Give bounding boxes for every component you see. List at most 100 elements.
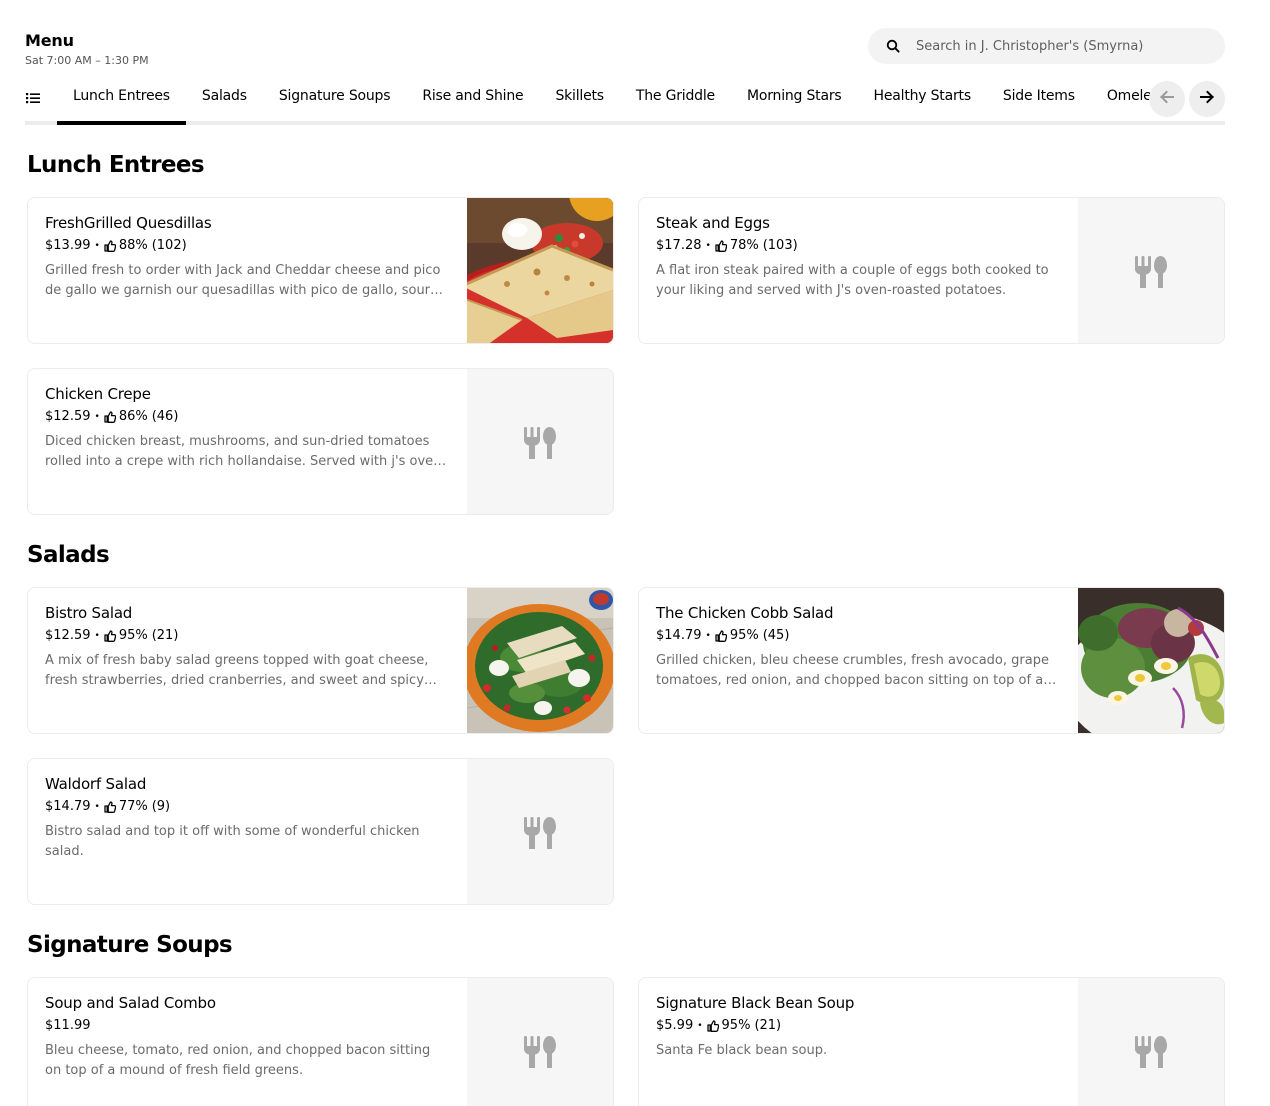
item-rating-count: (21) [151, 628, 179, 643]
separator-dot: • [705, 241, 711, 251]
item-image [467, 588, 613, 733]
item-price: $13.99 [45, 238, 91, 253]
menu-item-body: Bistro Salad $12.59 • 95% (21) A mix of fresh… [45, 603, 450, 691]
item-rating-count: (9) [151, 799, 171, 814]
item-description: Santa Fe black bean soup. [656, 1043, 828, 1058]
item-price: $14.79 [656, 628, 702, 643]
item-image [467, 198, 613, 343]
tab-salads[interactable]: Salads [186, 78, 263, 125]
item-name: Waldorf Salad [45, 775, 147, 793]
item-image [1078, 588, 1224, 733]
item-price: $5.99 [656, 1018, 694, 1033]
menu-header: Menu Sat 7:00 AM – 1:30 PM [25, 31, 149, 69]
search-icon [885, 38, 901, 54]
item-description: A mix of fresh baby salad greens topped … [45, 653, 429, 688]
page-title: Menu [25, 31, 74, 50]
thumbs-up-icon [104, 411, 116, 423]
search-bar[interactable] [868, 28, 1225, 64]
bistro-salad-photo [467, 588, 613, 733]
section-title-salads: Salads [27, 542, 110, 568]
thumbs-up-icon [715, 240, 727, 252]
item-price: $11.99 [45, 1018, 91, 1033]
menu-item-card[interactable]: Soup and Salad Combo $11.99 Bleu cheese, t… [27, 977, 614, 1106]
tab-lunch-entrees[interactable]: Lunch Entrees [57, 78, 186, 125]
item-image [1078, 978, 1224, 1106]
item-description: Diced chicken breast, mushrooms, and sun… [45, 434, 447, 469]
separator-dot: • [94, 412, 100, 422]
scroll-left-button[interactable] [1149, 81, 1185, 117]
menu-item-body: Signature Black Bean Soup $5.99 • 95% (21) Sa… [656, 993, 1061, 1061]
menu-item-card[interactable]: The Chicken Cobb Salad $14.79 • 95% (45) Gril… [638, 587, 1225, 734]
list-icon[interactable] [25, 90, 41, 106]
thumbs-up-icon [706, 1020, 719, 1032]
menu-item-card[interactable]: Steak and Eggs $17.28 • 78% (103) A flat iron… [638, 197, 1225, 344]
menu-hours: Sat 7:00 AM – 1:30 PM [25, 54, 149, 67]
section-title-lunch-entrees: Lunch Entrees [27, 152, 205, 178]
tab-side-items[interactable]: Side Items [987, 78, 1091, 125]
utensils-icon [524, 1035, 556, 1068]
menu-item-card[interactable]: Signature Black Bean Soup $5.99 • 95% (21) Sa… [638, 977, 1225, 1106]
utensils-icon [524, 426, 556, 459]
thumbs-up-icon [715, 630, 727, 642]
utensils-icon [524, 816, 556, 849]
item-description: Grilled chicken, bleu cheese crumbles, f… [656, 653, 1049, 688]
item-meta: $11.99 [45, 1017, 450, 1035]
menu-item-card[interactable]: Chicken Crepe $12.59 • 86% (46) Diced chicken… [27, 368, 614, 515]
menu-item-body: The Chicken Cobb Salad $14.79 • 95% (45) Gril… [656, 603, 1061, 691]
menu-item-body: Soup and Salad Combo $11.99 Bleu cheese, t… [45, 993, 450, 1081]
tab-the-griddle[interactable]: The Griddle [620, 78, 731, 125]
item-description: Bleu cheese, tomato, red onion, and chop… [45, 1043, 431, 1078]
item-name: Chicken Crepe [45, 385, 151, 403]
scroll-right-button[interactable] [1189, 81, 1225, 117]
item-price: $17.28 [656, 238, 702, 253]
item-rating: 86% [118, 409, 148, 424]
item-description: Bistro salad and top it off with some of… [45, 824, 420, 859]
tab-omelet[interactable]: Omelet [1091, 78, 1152, 125]
menu-item-card[interactable]: Waldorf Salad $14.79 • 77% (9) Bistro salad a… [27, 758, 614, 905]
search-input[interactable] [916, 38, 1206, 54]
item-name: Soup and Salad Combo [45, 994, 216, 1012]
menu-item-body: Steak and Eggs $17.28 • 78% (103) A flat iron… [656, 213, 1061, 301]
item-image [467, 978, 613, 1106]
arrow-right-icon [1199, 89, 1215, 109]
item-rating: 95% [729, 628, 759, 643]
thumbs-up-icon [104, 240, 116, 252]
thumbs-up-icon [104, 630, 116, 642]
item-rating-count: (102) [151, 238, 187, 253]
item-rating: 95% [721, 1018, 751, 1033]
menu-item-body: FreshGrilled Quesdillas $13.99 • 88% (102) Gr… [45, 213, 450, 301]
item-name: Steak and Eggs [656, 214, 770, 232]
item-meta: $12.59 • 95% (21) [45, 627, 450, 645]
separator-dot: • [94, 631, 100, 641]
item-meta: $14.79 • 77% (9) [45, 798, 450, 816]
item-meta: $13.99 • 88% (102) [45, 237, 450, 255]
thumbs-up-icon [104, 801, 116, 813]
utensils-icon [1135, 1035, 1167, 1068]
item-price: $12.59 [45, 628, 91, 643]
section-title-signature-soups: Signature Soups [27, 932, 233, 958]
tab-healthy-starts[interactable]: Healthy Starts [858, 78, 987, 125]
tab-rise-and-shine[interactable]: Rise and Shine [406, 78, 539, 125]
menu-item-body: Waldorf Salad $14.79 • 77% (9) Bistro salad a… [45, 774, 450, 862]
tab-skillets[interactable]: Skillets [539, 78, 619, 125]
item-rating-count: (46) [151, 409, 179, 424]
cobb-salad-photo [1078, 588, 1224, 733]
item-rating-count: (21) [754, 1018, 782, 1033]
item-image [467, 759, 613, 904]
item-image [467, 369, 613, 514]
separator-dot: • [705, 631, 711, 641]
item-name: The Chicken Cobb Salad [656, 604, 834, 622]
item-rating: 77% [118, 799, 148, 814]
separator-dot: • [94, 802, 100, 812]
separator-dot: • [94, 241, 100, 251]
item-name: Signature Black Bean Soup [656, 994, 855, 1012]
tab-signature-soups[interactable]: Signature Soups [263, 78, 407, 125]
tab-morning-stars[interactable]: Morning Stars [731, 78, 858, 125]
item-rating: 78% [729, 238, 759, 253]
menu-item-card[interactable]: FreshGrilled Quesdillas $13.99 • 88% (102) Gr… [27, 197, 614, 344]
separator-dot: • [697, 1021, 703, 1031]
menu-item-card[interactable]: Bistro Salad $12.59 • 95% (21) A mix of fresh… [27, 587, 614, 734]
item-meta: $5.99 • 95% (21) [656, 1017, 1061, 1035]
item-meta: $12.59 • 86% (46) [45, 408, 450, 426]
item-rating-count: (45) [762, 628, 790, 643]
